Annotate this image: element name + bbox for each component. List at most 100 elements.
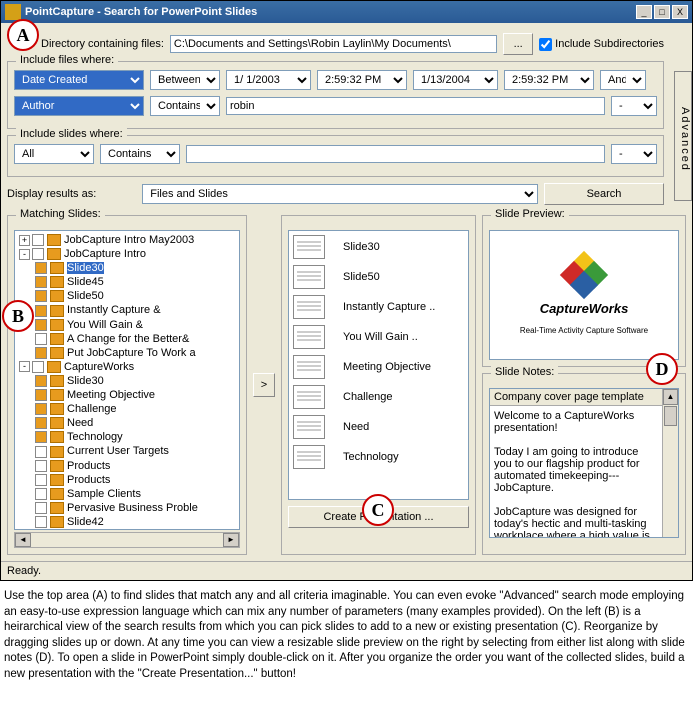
tree-item[interactable]: Challenge [17, 402, 237, 416]
tree-item[interactable]: Instantly Capture & [17, 303, 237, 317]
caption-text: Use the top area (A) to find slides that… [0, 581, 693, 690]
search-button[interactable]: Search [544, 183, 664, 205]
thumb-row[interactable]: You Will Gain .. [293, 325, 464, 349]
tree-item[interactable]: Current User Targets [17, 444, 237, 458]
subdirs-check-input[interactable] [539, 38, 552, 51]
matching-legend: Matching Slides: [16, 208, 105, 220]
file-time-2-select[interactable]: 2:59:32 PM [504, 70, 594, 90]
tree-item[interactable]: Meeting Objective [17, 388, 237, 402]
preview-panel: Slide Preview: CaptureWorks Real-Time Ac… [482, 215, 686, 367]
file-bool-2-select[interactable]: - [611, 96, 657, 116]
browse-button[interactable]: ... [503, 33, 533, 55]
slide-thumb-icon [293, 325, 325, 349]
slide-thumb-icon [293, 415, 325, 439]
file-time-1-select[interactable]: 2:59:32 PM [317, 70, 407, 90]
files-where-legend: Include files where: [16, 54, 118, 66]
files-where-group: Include files where: Date Created Betwee… [7, 61, 664, 129]
content-area: A Advanced Directory containing files: .… [1, 23, 692, 561]
subdirs-checkbox[interactable]: Include Subdirectories [539, 38, 664, 51]
slide-preview: CaptureWorks Real-Time Activity Capture … [489, 230, 679, 360]
notes-legend: Slide Notes: [491, 366, 558, 378]
panels-row: Matching Slides: B +JobCapture Intro May… [7, 215, 686, 555]
move-right-button[interactable]: > [253, 373, 275, 397]
file-bool-1-select[interactable]: And [600, 70, 646, 90]
results-tree[interactable]: +JobCapture Intro May2003-JobCapture Int… [14, 230, 240, 530]
slide-thumb-icon [293, 295, 325, 319]
slide-field-select[interactable]: All [14, 144, 94, 164]
preview-brand: CaptureWorks [540, 301, 629, 316]
tree-item[interactable]: Slide30 [17, 374, 237, 388]
tree-item[interactable]: Pervasive Business Proble [17, 501, 237, 515]
notes-header: Company cover page template [490, 389, 678, 406]
slide-value-input[interactable] [186, 145, 605, 163]
slides-where-group: Include slides where: All Contains - [7, 135, 664, 177]
slide-op-select[interactable]: Contains [100, 144, 180, 164]
thumb-row[interactable]: Meeting Objective [293, 355, 464, 379]
dir-label: Directory containing files: [41, 38, 164, 50]
tree-item[interactable]: -JobCapture Intro [17, 247, 237, 261]
tree-item[interactable]: Slide45 [17, 275, 237, 289]
minimize-button[interactable]: _ [636, 5, 652, 19]
thumbs-list[interactable]: Slide30 Slide50 Instantly Capture .. You Wi… [288, 230, 469, 500]
thumb-row[interactable]: Instantly Capture .. [293, 295, 464, 319]
tree-h-scrollbar[interactable]: ◄► [14, 532, 240, 548]
display-as-select[interactable]: Files and Slides [142, 184, 538, 204]
slide-notes[interactable]: Company cover page template Welcome to a… [489, 388, 679, 538]
close-button[interactable]: X [672, 5, 688, 19]
tree-item[interactable]: +JobCapture Intro May2003 [17, 233, 237, 247]
slide-bool-select[interactable]: - [611, 144, 657, 164]
callout-d: D [646, 353, 678, 385]
file-date-1-select[interactable]: 1/ 1/2003 [226, 70, 311, 90]
tree-item[interactable]: Slide30 [17, 261, 237, 275]
thumb-row[interactable]: Challenge [293, 385, 464, 409]
tree-item[interactable]: Put JobCapture To Work a [17, 346, 237, 360]
tree-item[interactable]: Products [17, 473, 237, 487]
slides-where-legend: Include slides where: [16, 128, 127, 140]
slide-thumb-icon [293, 265, 325, 289]
tree-item[interactable]: Technology [17, 430, 237, 444]
thumb-row[interactable]: Technology [293, 445, 464, 469]
preview-legend: Slide Preview: [491, 208, 569, 220]
app-icon [5, 4, 21, 20]
tree-item[interactable]: Slide50 [17, 289, 237, 303]
tree-item[interactable]: Need [17, 416, 237, 430]
tree-item[interactable]: A Change for the Better& [17, 332, 237, 346]
tree-item[interactable]: Sample Clients [17, 487, 237, 501]
slide-thumb-icon [293, 445, 325, 469]
tree-item[interactable]: -CaptureWorks [17, 360, 237, 374]
file-value-2-input[interactable] [226, 97, 605, 115]
file-field-1-select[interactable]: Date Created [14, 70, 144, 90]
notes-panel: Slide Notes: Company cover page template… [482, 373, 686, 555]
tree-item[interactable]: Products [17, 459, 237, 473]
thumbs-panel: Slide30 Slide50 Instantly Capture .. You Wi… [281, 215, 476, 555]
matching-panel: Matching Slides: B +JobCapture Intro May… [7, 215, 247, 555]
app-window: PointCapture - Search for PowerPoint Sli… [0, 0, 693, 581]
callout-a: A [7, 19, 39, 51]
tree-item[interactable]: You Will Gain & [17, 318, 237, 332]
titlebar: PointCapture - Search for PowerPoint Sli… [1, 1, 692, 23]
advanced-tab[interactable]: Advanced [674, 71, 692, 201]
status-text: Ready. [7, 565, 41, 577]
tree-item[interactable]: Slide42 [17, 515, 237, 529]
preview-tagline: Real-Time Activity Capture Software [520, 326, 648, 335]
captureworks-logo-icon [564, 255, 604, 295]
thumb-row[interactable]: Need [293, 415, 464, 439]
file-field-2-select[interactable]: Author [14, 96, 144, 116]
slide-thumb-icon [293, 385, 325, 409]
file-op-1-select[interactable]: Between [150, 70, 220, 90]
slide-thumb-icon [293, 355, 325, 379]
notes-scrollbar[interactable]: ▲ [662, 389, 678, 537]
callout-b: B [2, 300, 34, 332]
thumb-row[interactable]: Slide30 [293, 235, 464, 259]
callout-c: C [362, 494, 394, 526]
slide-thumb-icon [293, 235, 325, 259]
file-op-2-select[interactable]: Contains [150, 96, 220, 116]
status-bar: Ready. [1, 561, 692, 580]
notes-body: Welcome to a CaptureWorks presentation! … [494, 410, 674, 538]
maximize-button[interactable]: □ [654, 5, 670, 19]
window-title: PointCapture - Search for PowerPoint Sli… [25, 6, 634, 18]
display-as-label: Display results as: [7, 188, 96, 200]
file-date-2-select[interactable]: 1/13/2004 [413, 70, 498, 90]
thumb-row[interactable]: Slide50 [293, 265, 464, 289]
directory-input[interactable] [170, 35, 497, 53]
